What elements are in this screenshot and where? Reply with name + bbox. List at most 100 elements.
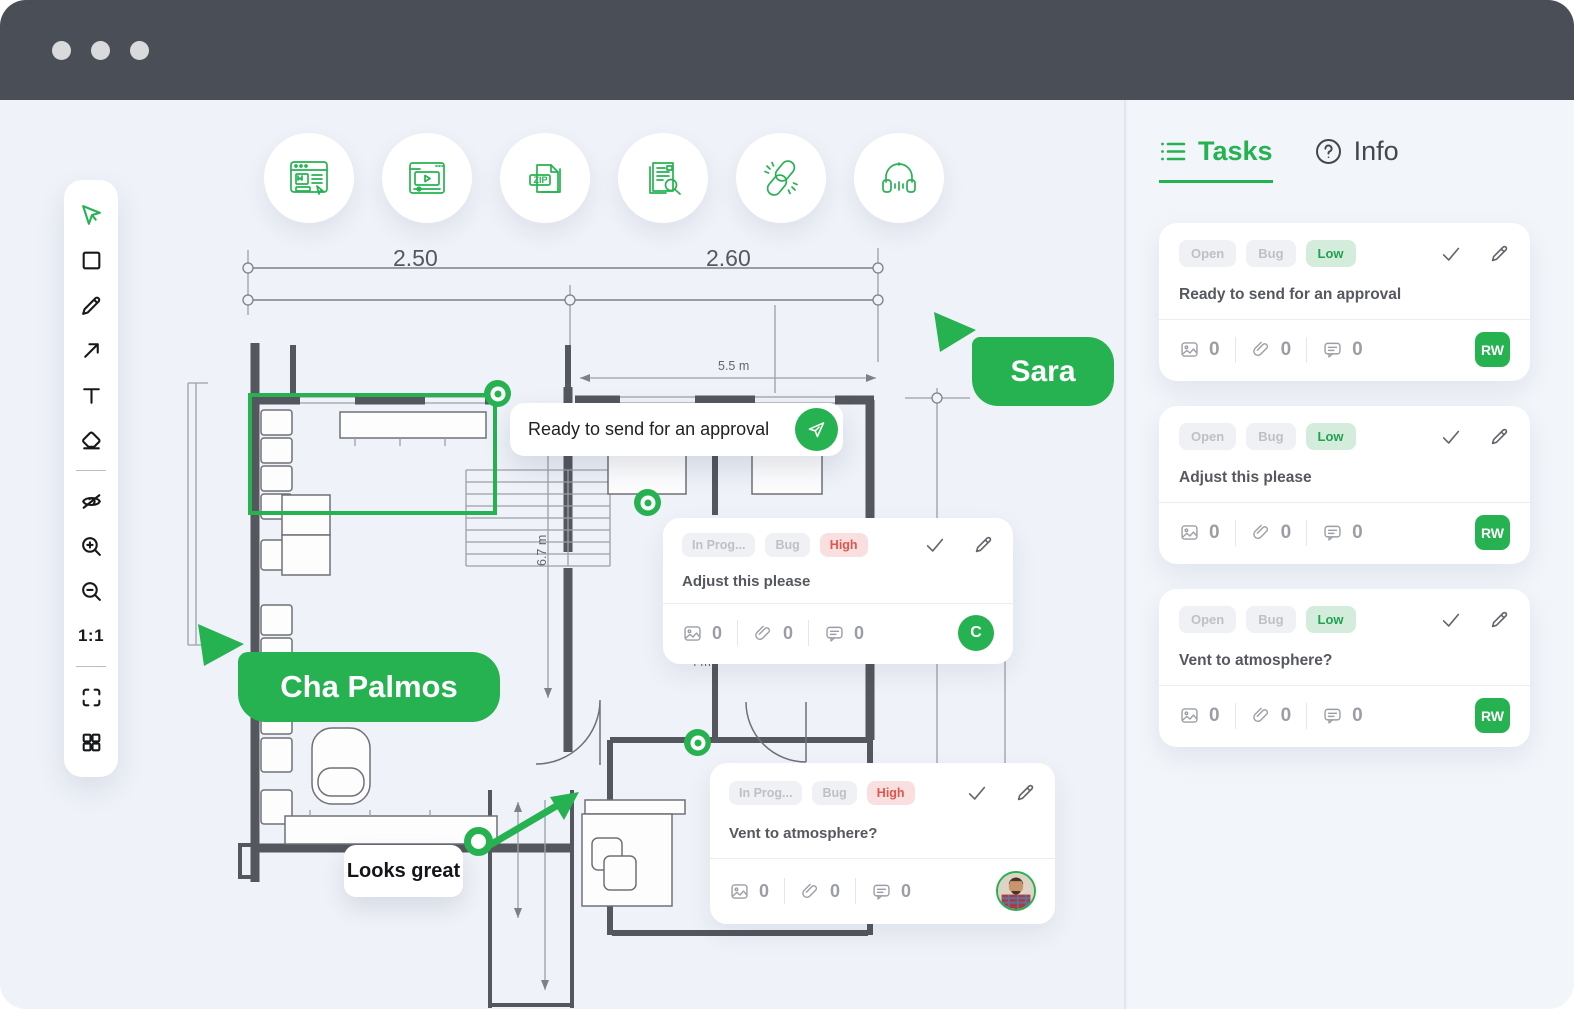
edit-pencil-icon[interactable]: [972, 534, 994, 556]
comments-count: 0: [1352, 705, 1363, 727]
tab-info-label: Info: [1354, 136, 1399, 167]
arrow-tool-button[interactable]: [76, 335, 106, 365]
rectangle-tool-button[interactable]: [76, 245, 106, 275]
window-control-dot[interactable]: [91, 41, 110, 60]
dim-label-width: 5.5 m: [718, 359, 749, 373]
rectangle-icon: [79, 248, 104, 273]
assignee-avatar[interactable]: RW: [1475, 698, 1510, 733]
grid-view-button[interactable]: [76, 727, 106, 757]
edit-pencil-icon[interactable]: [1488, 243, 1510, 265]
toolbar-divider: [76, 470, 106, 471]
send-comment-button[interactable]: [795, 408, 838, 451]
comments-count-button[interactable]: 0: [824, 623, 864, 644]
resolve-check-icon[interactable]: [924, 534, 946, 556]
audio-asset-button[interactable]: [854, 133, 944, 223]
type-badge[interactable]: Bug: [1246, 606, 1295, 633]
tab-info[interactable]: Info: [1315, 136, 1399, 180]
video-asset-button[interactable]: [382, 133, 472, 223]
text-annotation[interactable]: Looks great: [344, 845, 463, 897]
priority-badge[interactable]: Low: [1306, 606, 1356, 633]
zoom-in-button[interactable]: [76, 531, 106, 561]
zoom-out-button[interactable]: [76, 576, 106, 606]
zip-file-icon: ZIP: [519, 152, 571, 204]
collaborator-cursor-sara: [928, 308, 980, 356]
status-badge[interactable]: Open: [1179, 240, 1236, 267]
arrow-anchor-ring[interactable]: [464, 827, 493, 856]
attachments-count-button[interactable]: 0: [1251, 705, 1292, 727]
images-count: 0: [1209, 705, 1220, 727]
assignee-avatar[interactable]: C: [958, 615, 994, 651]
task-card[interactable]: Open Bug Low Ready to send for an approv…: [1159, 223, 1530, 381]
comment-marker[interactable]: [484, 380, 511, 407]
selection-rectangle[interactable]: [248, 393, 497, 515]
assignee-avatar[interactable]: RW: [1475, 332, 1510, 367]
comment-input[interactable]: Ready to send for an approval: [528, 419, 795, 440]
task-card[interactable]: Open Bug Low Adjust this please 0: [1159, 406, 1530, 564]
chat-icon: [824, 623, 845, 644]
eraser-tool-button[interactable]: [76, 425, 106, 455]
attachments-count-button[interactable]: 0: [753, 623, 793, 644]
task-card[interactable]: Open Bug Low Vent to atmosphere? 0: [1159, 589, 1530, 747]
priority-badge[interactable]: High: [867, 781, 915, 805]
text-tool-button[interactable]: [76, 380, 106, 410]
collaborator-cursor-cha: [192, 618, 248, 670]
panel-tabs: Tasks Info: [1159, 136, 1574, 183]
type-badge[interactable]: Bug: [1246, 240, 1295, 267]
images-count-button[interactable]: 0: [729, 881, 769, 902]
images-count-button[interactable]: 0: [682, 623, 722, 644]
priority-badge[interactable]: Low: [1306, 423, 1356, 450]
eye-off-icon: [79, 489, 104, 514]
images-count: 0: [1209, 339, 1220, 361]
resolve-check-icon[interactable]: [1440, 426, 1462, 448]
status-badge[interactable]: In Prog...: [682, 533, 755, 557]
comment-marker[interactable]: [634, 489, 661, 516]
images-count-button[interactable]: 0: [1179, 705, 1220, 727]
resolve-check-icon[interactable]: [1440, 609, 1462, 631]
attachments-count-button[interactable]: 0: [1251, 339, 1292, 361]
comments-count: 0: [1352, 522, 1363, 544]
doc-search-asset-button[interactable]: [618, 133, 708, 223]
attachments-count: 0: [1281, 339, 1292, 361]
link-asset-button[interactable]: [736, 133, 826, 223]
actual-size-button[interactable]: 1:1: [76, 621, 106, 651]
type-badge[interactable]: Bug: [1246, 423, 1295, 450]
comments-count-button[interactable]: 0: [1322, 705, 1363, 727]
resolve-check-icon[interactable]: [1440, 243, 1462, 265]
text-icon: [79, 383, 104, 408]
pen-tool-button[interactable]: [76, 290, 106, 320]
type-badge[interactable]: Bug: [812, 781, 856, 805]
attachments-count-button[interactable]: 0: [1251, 522, 1292, 544]
attachments-count-button[interactable]: 0: [800, 881, 840, 902]
paperclip-icon: [1251, 705, 1272, 726]
comments-count-button[interactable]: 0: [1322, 339, 1363, 361]
comments-count-button[interactable]: 0: [871, 881, 911, 902]
annotation-arrow[interactable]: [462, 775, 592, 870]
images-count-button[interactable]: 0: [1179, 522, 1220, 544]
edit-pencil-icon[interactable]: [1488, 426, 1510, 448]
priority-badge[interactable]: Low: [1306, 240, 1356, 267]
resolve-check-icon[interactable]: [966, 782, 988, 804]
images-count-button[interactable]: 0: [1179, 339, 1220, 361]
tab-tasks[interactable]: Tasks: [1159, 136, 1273, 183]
assignee-avatar[interactable]: RW: [1475, 515, 1510, 550]
comments-count-button[interactable]: 0: [1322, 522, 1363, 544]
edit-pencil-icon[interactable]: [1488, 609, 1510, 631]
window-control-dot[interactable]: [130, 41, 149, 60]
select-tool-button[interactable]: [76, 200, 106, 230]
priority-badge[interactable]: High: [820, 533, 868, 557]
status-badge[interactable]: Open: [1179, 423, 1236, 450]
window-control-dot[interactable]: [52, 41, 71, 60]
hide-annotations-button[interactable]: [76, 486, 106, 516]
type-badge[interactable]: Bug: [765, 533, 809, 557]
browser-asset-button[interactable]: [264, 133, 354, 223]
status-badge[interactable]: In Prog...: [729, 781, 802, 805]
comment-marker[interactable]: [684, 729, 711, 756]
fullscreen-button[interactable]: [76, 682, 106, 712]
edit-pencil-icon[interactable]: [1014, 782, 1036, 804]
annotation-canvas[interactable]: 2.50 2.60 5.5 m: [0, 100, 1126, 1009]
dim-label-height: 6.7 m: [535, 535, 549, 566]
asset-shortcuts: ZIP: [264, 133, 944, 223]
zip-asset-button[interactable]: ZIP: [500, 133, 590, 223]
status-badge[interactable]: Open: [1179, 606, 1236, 633]
assignee-avatar-photo[interactable]: [996, 871, 1036, 911]
